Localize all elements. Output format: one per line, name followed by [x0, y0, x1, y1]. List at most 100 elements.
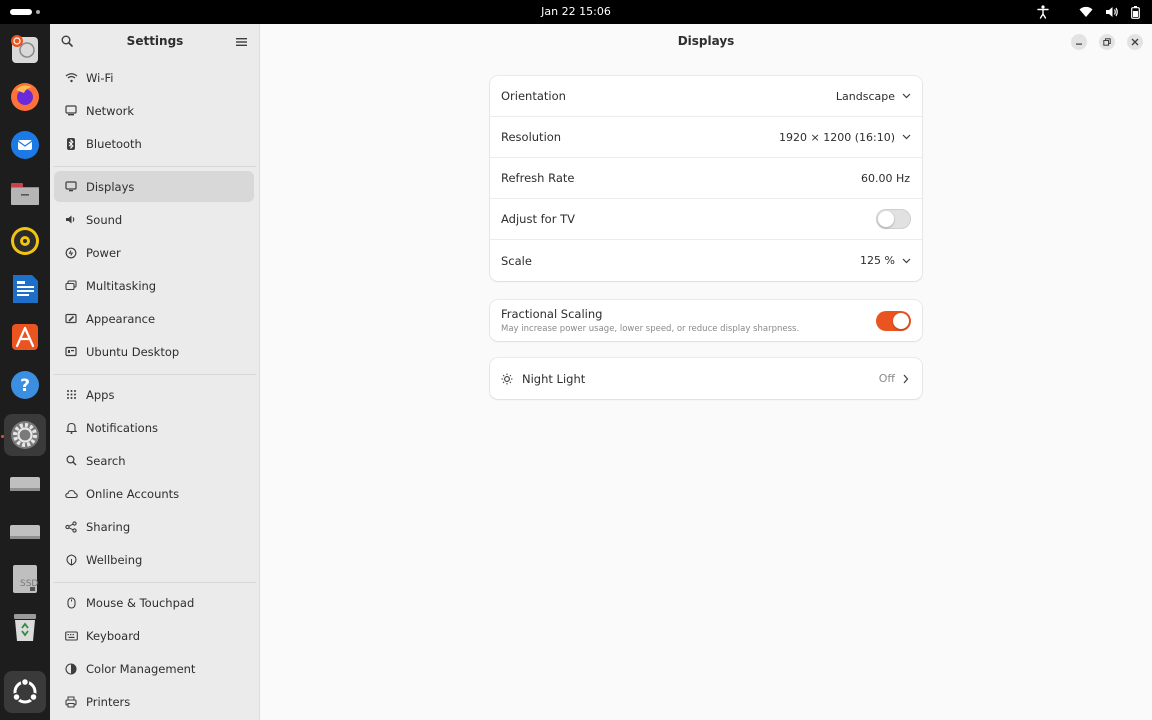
- top-bar: Jan 22 15:06: [0, 0, 1152, 24]
- hamburger-menu-icon[interactable]: [236, 36, 247, 50]
- sidebar-item-sound[interactable]: Sound: [54, 204, 254, 235]
- dock-thunderbird[interactable]: [4, 124, 46, 166]
- night-light-card: Night Light Off: [490, 358, 922, 399]
- orientation-label: Orientation: [501, 89, 566, 103]
- sound-icon: [64, 213, 78, 227]
- sun-icon: [501, 373, 513, 385]
- sidebar-separator: [54, 166, 256, 167]
- adjust-tv-toggle[interactable]: [876, 209, 911, 229]
- sidebar-item-appearance[interactable]: Appearance: [54, 303, 254, 334]
- chevron-down-icon: [901, 258, 911, 264]
- sidebar-item-online-accounts[interactable]: Online Accounts: [54, 478, 254, 509]
- minimize-button[interactable]: [1071, 34, 1087, 50]
- dock-rhythmbox[interactable]: [4, 220, 46, 262]
- dock-help[interactable]: ?: [4, 364, 46, 406]
- resolution-value: 1920 × 1200 (16:10): [779, 130, 895, 144]
- chevron-right-icon: [901, 374, 911, 384]
- svg-text:?: ?: [20, 376, 30, 396]
- adjust-tv-row[interactable]: Adjust for TV: [490, 199, 922, 240]
- wifi-status-icon[interactable]: [1079, 6, 1093, 18]
- sidebar-item-color-management[interactable]: Color Management: [54, 653, 254, 684]
- fractional-scaling-card: Fractional Scaling May increase power us…: [490, 300, 922, 341]
- sidebar-item-label: Multitasking: [86, 278, 157, 293]
- system-tray[interactable]: [1037, 4, 1140, 20]
- multitasking-icon: [64, 279, 78, 293]
- color-icon: [64, 662, 78, 676]
- battery-icon[interactable]: [1131, 5, 1140, 19]
- dock-files[interactable]: [4, 172, 46, 214]
- svg-text:SSD: SSD: [20, 579, 38, 589]
- sidebar-title: Settings: [126, 34, 184, 48]
- sidebar-item-label: Search: [86, 453, 126, 468]
- app-center-icon: [12, 324, 38, 350]
- restore-button[interactable]: [1099, 34, 1115, 50]
- page-title: Displays: [677, 34, 735, 48]
- sidebar-item-wellbeing[interactable]: Wellbeing: [54, 544, 254, 575]
- sidebar-item-wifi[interactable]: Wi-Fi: [54, 62, 254, 93]
- help-icon: ?: [11, 371, 39, 399]
- appearance-icon: [64, 312, 78, 326]
- resolution-label: Resolution: [501, 130, 562, 144]
- sidebar-item-power[interactable]: Power: [54, 237, 254, 268]
- clock[interactable]: Jan 22 15:06: [0, 5, 1152, 18]
- dock-drive-1[interactable]: [4, 462, 46, 504]
- resolution-row[interactable]: Resolution 1920 × 1200 (16:10): [490, 117, 922, 158]
- dock-app-center[interactable]: [4, 316, 46, 358]
- minimize-icon: [1076, 43, 1082, 45]
- sidebar-item-printers[interactable]: Printers: [54, 686, 254, 717]
- sidebar-item-search[interactable]: Search: [54, 445, 254, 476]
- sidebar-item-label: Ubuntu Desktop: [86, 344, 180, 359]
- displays-panel: Displays Orientation Landscape Resolutio…: [260, 24, 1152, 720]
- toggle-knob: [893, 312, 909, 329]
- fractional-scaling-toggle[interactable]: [876, 310, 911, 331]
- mouse-icon: [64, 596, 78, 610]
- dock-trash[interactable]: [4, 606, 46, 648]
- share-icon: [64, 520, 78, 534]
- sidebar-item-mouse-touchpad[interactable]: Mouse & Touchpad: [54, 587, 254, 618]
- scale-row[interactable]: Scale 125 %: [490, 240, 922, 281]
- orientation-row[interactable]: Orientation Landscape: [490, 76, 922, 117]
- sidebar-item-bluetooth[interactable]: Bluetooth: [54, 128, 254, 159]
- volume-icon[interactable]: [1105, 6, 1119, 18]
- close-button[interactable]: [1127, 34, 1143, 50]
- dock-ssd-drive[interactable]: SSD: [4, 558, 46, 600]
- running-indicator: [1, 435, 4, 438]
- ubuntu-desktop-icon: [64, 345, 78, 359]
- toggle-knob: [878, 211, 894, 227]
- sidebar-item-ubuntu-desktop[interactable]: Ubuntu Desktop: [54, 336, 254, 367]
- chevron-down-icon: [901, 134, 911, 140]
- printer-icon: [64, 695, 78, 709]
- fractional-scaling-description: May increase power usage, lower speed, o…: [501, 324, 800, 334]
- sidebar-item-network[interactable]: Network: [54, 95, 254, 126]
- night-light-label: Night Light: [522, 371, 586, 386]
- firefox-icon: [11, 83, 39, 111]
- sidebar-item-apps[interactable]: Apps: [54, 379, 254, 410]
- sidebar-item-multitasking[interactable]: Multitasking: [54, 270, 254, 301]
- keyboard-icon: [64, 629, 78, 643]
- dock-settings[interactable]: [4, 414, 46, 456]
- sidebar-separator: [54, 374, 256, 375]
- cloud-icon: [64, 487, 78, 501]
- adjust-tv-label: Adjust for TV: [501, 212, 575, 226]
- sidebar-item-sharing[interactable]: Sharing: [54, 511, 254, 542]
- close-icon: [1131, 38, 1139, 46]
- power-icon: [64, 246, 78, 260]
- accessibility-icon[interactable]: [1037, 5, 1049, 19]
- display-icon: [64, 180, 78, 194]
- search-icon: [64, 454, 78, 468]
- display-settings-card: Orientation Landscape Resolution 1920 × …: [490, 76, 922, 281]
- dock-firefox[interactable]: [4, 76, 46, 118]
- dock-show-apps[interactable]: [4, 671, 46, 713]
- dock-libreoffice-writer[interactable]: [4, 268, 46, 310]
- sidebar-item-notifications[interactable]: Notifications: [54, 412, 254, 443]
- sidebar-item-label: Appearance: [86, 311, 156, 326]
- dock-drive-2[interactable]: [4, 510, 46, 552]
- sidebar-item-keyboard[interactable]: Keyboard: [54, 620, 254, 651]
- drive-icon: [10, 477, 40, 491]
- sidebar-item-label: Printers: [86, 694, 131, 709]
- fractional-scaling-row[interactable]: Fractional Scaling May increase power us…: [490, 300, 922, 341]
- sidebar-item-displays[interactable]: Displays: [54, 171, 254, 202]
- night-light-row[interactable]: Night Light Off: [490, 358, 922, 399]
- dock-ubuntu-installer[interactable]: [4, 28, 46, 70]
- speaker-icon: [11, 227, 39, 255]
